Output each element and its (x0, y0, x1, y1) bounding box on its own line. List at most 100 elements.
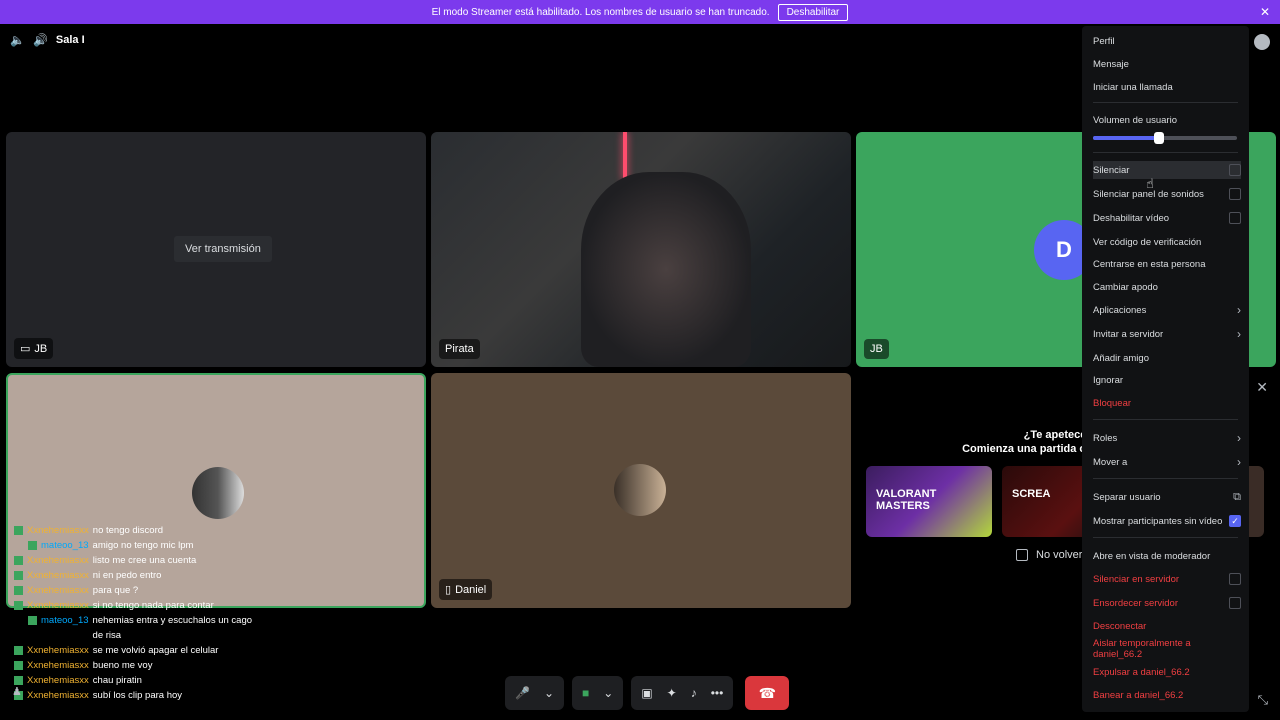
dont-show-again[interactable]: No volver a (1016, 549, 1092, 561)
activity-card-valorant[interactable]: VALORANT MASTERS (866, 466, 992, 537)
chevron-right-icon: › (1237, 431, 1241, 445)
menu-item-pop-out[interactable]: Separar usuario ⧉ (1093, 488, 1241, 506)
menu-item-kick[interactable]: Expulsar a daniel_66.2 (1093, 663, 1241, 681)
kick-badge-icon (14, 526, 23, 535)
menu-item-disconnect[interactable]: Desconectar (1093, 617, 1241, 635)
menu-item-ignore[interactable]: Ignorar (1093, 371, 1241, 389)
chat-message: Xxnehemiasxx no tengo discord (14, 523, 254, 538)
menu-item-block[interactable]: Bloquear (1093, 394, 1241, 412)
activities-icon[interactable]: ✦ (667, 686, 677, 700)
streamer-mode-banner: El modo Streamer está habilitado. Los no… (0, 0, 1280, 24)
menu-item-call[interactable]: Iniciar una llamada (1093, 78, 1241, 96)
chat-text: chau piratin (92, 675, 142, 686)
user-settings-icon[interactable]: ♟ (12, 685, 22, 698)
chat-icon[interactable] (1254, 34, 1270, 50)
more-icon[interactable]: ••• (711, 686, 724, 700)
menu-item-ban[interactable]: Banear a daniel_66.2 (1093, 686, 1241, 704)
stream-tile-jb[interactable]: Ver transmisión ▭ JB (6, 132, 426, 367)
tile-nametag: ▯ Daniel (439, 579, 493, 600)
checkbox[interactable] (1016, 549, 1028, 561)
menu-item-profile[interactable]: Perfil (1093, 32, 1241, 50)
chat-username: Xxnehemiasxx (27, 600, 89, 611)
menu-item-move-to[interactable]: Mover a › (1093, 453, 1241, 471)
menu-item-verify-code[interactable]: Ver código de verificación (1093, 233, 1241, 251)
screen-share-icon[interactable]: ▣ (641, 686, 652, 700)
menu-item-server-deafen[interactable]: Ensordecer servidor (1093, 594, 1241, 612)
speaker-icon[interactable]: 🔈 (10, 33, 25, 47)
menu-item-nickname[interactable]: Cambiar apodo (1093, 278, 1241, 296)
chat-message: Xxnehemiasxx ni en pedo entro (14, 568, 254, 583)
channel-title: Sala I (55, 34, 85, 46)
chat-message: Xxnehemiasxx para que ? (14, 583, 254, 598)
menu-item-disable-video[interactable]: Deshabilitar vídeo (1093, 209, 1241, 227)
menu-item-message[interactable]: Mensaje (1093, 55, 1241, 73)
soundboard-icon[interactable]: ♪ (691, 686, 697, 700)
chat-text: si no tengo nada para contar (92, 600, 214, 611)
menu-item-add-friend[interactable]: Añadir amigo (1093, 349, 1241, 367)
volume-thumb[interactable] (1154, 132, 1165, 144)
disable-streamer-button[interactable]: Deshabilitar (777, 3, 849, 21)
exit-fullscreen-icon[interactable]: ⤡ (1258, 692, 1268, 708)
menu-item-timeout[interactable]: Aislar temporalmente a daniel_66.2 (1093, 638, 1241, 660)
chat-text: no tengo discord (92, 525, 164, 536)
watch-stream-button[interactable]: Ver transmisión (174, 236, 272, 262)
menu-item-apps[interactable]: Aplicaciones › (1093, 301, 1241, 319)
chevron-down-icon[interactable]: ⌄ (544, 686, 554, 700)
video-tile-daniel[interactable]: ▯ Daniel (431, 373, 851, 608)
chat-message: mateoo_13 nehemias entra y escuchalos un … (14, 613, 254, 643)
chat-text: nehemias entra y escuchalos un cago de r… (92, 615, 253, 641)
banner-text: El modo Streamer está habilitado. Los no… (431, 6, 770, 18)
video-tile-pirata[interactable]: Pirata (431, 132, 851, 367)
menu-item-roles[interactable]: Roles › (1093, 429, 1241, 447)
disconnect-button[interactable]: ☎ (745, 676, 790, 710)
volume-label: Volumen de usuario (1093, 114, 1177, 126)
divider (1093, 478, 1238, 479)
divider (1093, 537, 1238, 538)
chat-username: Xxnehemiasxx (27, 660, 89, 671)
checkbox[interactable] (1229, 597, 1241, 609)
volume-slider[interactable] (1093, 132, 1237, 144)
webcam-feed (581, 172, 751, 367)
chat-text: bueno me voy (92, 660, 153, 671)
external-link-icon: ⧉ (1233, 490, 1241, 503)
chat-username: Xxnehemiasxx (27, 570, 89, 581)
checkbox[interactable] (1229, 573, 1241, 585)
chat-username: Xxnehemiasxx (27, 555, 89, 566)
menu-item-mute[interactable]: Silenciar (1093, 161, 1241, 179)
microphone-icon[interactable]: 🎤 (515, 686, 530, 700)
kick-badge-icon (14, 556, 23, 565)
menu-item-mod-view[interactable]: Abre en vista de moderador (1093, 547, 1241, 565)
kick-badge-icon (14, 661, 23, 670)
kick-badge-icon (28, 541, 37, 550)
menu-item-show-no-video[interactable]: Mostrar participantes sin vídeo ✓ (1093, 512, 1241, 530)
camera-icon[interactable]: ■ (582, 686, 589, 700)
chat-message: Xxnehemiasxx chau piratin (14, 673, 254, 688)
kick-badge-icon (14, 646, 23, 655)
chat-text: listo me cree una cuenta (92, 555, 197, 566)
menu-item-mute-soundboard[interactable]: Silenciar panel de sonidos (1093, 185, 1241, 203)
neon-light (623, 132, 627, 180)
chat-message: Xxnehemiasxx se me volvió apagar el celul… (14, 643, 254, 658)
close-icon[interactable]: ✕ (1256, 379, 1268, 396)
menu-item-invite[interactable]: Invitar a servidor › (1093, 325, 1241, 343)
stream-chat-overlay: Xxnehemiasxx no tengo discord mateoo_13 ami… (14, 523, 254, 703)
chevron-down-icon[interactable]: ⌄ (603, 686, 613, 700)
mobile-icon: ▯ (445, 584, 452, 596)
chat-username: mateoo_13 (41, 540, 89, 551)
checkbox[interactable] (1229, 164, 1241, 176)
chat-username: Xxnehemiasxx (27, 675, 89, 686)
chat-username: Xxnehemiasxx (27, 690, 89, 701)
kick-badge-icon (14, 601, 23, 610)
chat-username: Xxnehemiasxx (27, 585, 89, 596)
checkbox[interactable] (1229, 212, 1241, 224)
chat-message: Xxnehemiasxx subí los clip para hoy (14, 688, 254, 703)
close-icon[interactable]: ✕ (1260, 5, 1270, 19)
menu-item-focus[interactable]: Centrarse en esta persona (1093, 255, 1241, 273)
checkbox-checked[interactable]: ✓ (1229, 515, 1241, 527)
call-controls: 🎤 ⌄ ■ ⌄ ▣ ✦ ♪ ••• ☎ (505, 676, 790, 710)
mic-control-group: 🎤 ⌄ (505, 676, 565, 710)
chat-text: para que ? (92, 585, 139, 596)
menu-item-server-mute[interactable]: Silenciar en servidor (1093, 570, 1241, 588)
kick-badge-icon (28, 616, 37, 625)
checkbox[interactable] (1229, 188, 1241, 200)
